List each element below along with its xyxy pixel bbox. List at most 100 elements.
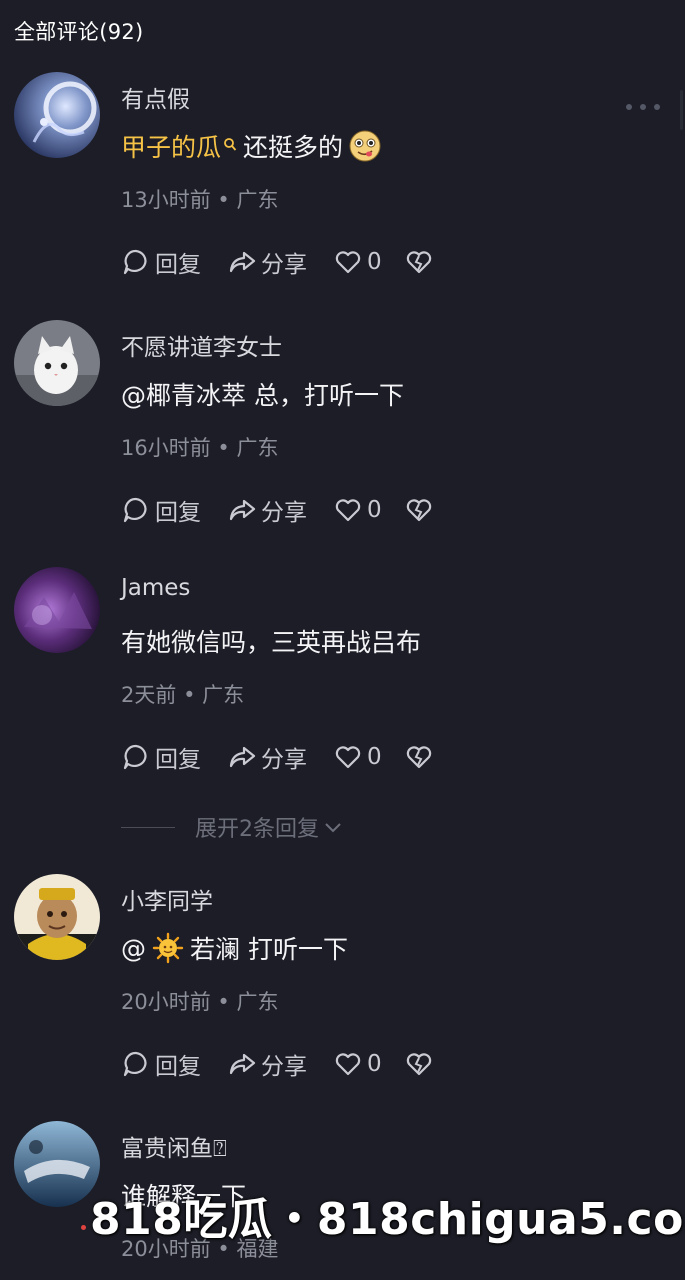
share-label: 分享 <box>261 500 307 526</box>
comment-item: 不愿讲道李女士 @椰青冰萃 总，打听一下 16小时前 • 广东 回复 分享 0 <box>0 320 685 540</box>
share-arrow-icon <box>229 746 256 768</box>
comment-content: @椰青冰萃 总，打听一下 <box>121 381 404 410</box>
comment-actions: 回复 分享 0 <box>121 737 460 777</box>
heart-icon <box>335 1053 361 1076</box>
comment-time: 2天前 <box>121 683 177 707</box>
comment-meta: 13小时前 • 广东 <box>121 184 279 214</box>
comment-text: 还挺多的 <box>243 133 344 162</box>
comment-meta: 2天前 • 广东 <box>121 679 244 709</box>
share-button[interactable]: 分享 <box>227 1047 307 1081</box>
broken-heart-icon <box>406 499 431 522</box>
comment-username[interactable]: 有点假 <box>121 80 190 114</box>
reply-button[interactable]: 回复 <box>121 740 201 774</box>
comment-text: 若澜 打听一下 <box>190 935 348 964</box>
search-highlight-link[interactable]: 甲子的瓜 <box>121 128 221 164</box>
dislike-button[interactable] <box>404 495 434 525</box>
mention-prefix: @ <box>121 933 146 963</box>
comment-location: 广东 <box>202 683 245 707</box>
comment-time: 16小时前 <box>121 436 211 460</box>
share-arrow-icon <box>229 499 256 521</box>
expand-replies-button[interactable]: 展开2条回复 <box>121 812 343 842</box>
comment-location: 广东 <box>236 990 279 1014</box>
comment-meta: 16小时前 • 广东 <box>121 432 279 462</box>
comment-username[interactable]: 小李同学 <box>121 882 213 916</box>
avatar[interactable] <box>14 1121 100 1207</box>
share-label: 分享 <box>261 252 307 278</box>
comment-location: 广东 <box>236 188 279 212</box>
comment-content: 有她微信吗，三英再战吕布 <box>121 628 422 657</box>
broken-heart-icon <box>406 1053 431 1076</box>
like-button[interactable]: 0 <box>333 1049 382 1079</box>
heart-icon <box>335 251 361 274</box>
comments-page: 全部评论(92) 有点假 甲子的瓜 还挺多的 13小时前 • 广东 回复 分享 … <box>0 0 685 1280</box>
comment-actions: 回复 分享 0 <box>121 1044 460 1084</box>
reply-bubble-icon <box>123 497 147 523</box>
meta-separator: • <box>183 683 196 707</box>
avatar[interactable] <box>14 874 100 960</box>
like-button[interactable]: 0 <box>333 742 382 772</box>
dislike-button[interactable] <box>404 1049 434 1079</box>
broken-heart-icon <box>406 746 431 769</box>
dislike-button[interactable] <box>404 247 434 277</box>
moon-night-avatar-image <box>14 72 100 158</box>
watermark-dot <box>81 1225 86 1230</box>
broken-heart-icon <box>406 251 431 274</box>
heart-icon <box>335 499 361 522</box>
reply-label: 回复 <box>155 747 201 773</box>
search-icon <box>224 138 237 151</box>
reply-button[interactable]: 回复 <box>121 493 201 527</box>
like-count: 0 <box>367 497 382 523</box>
share-label: 分享 <box>261 1054 307 1080</box>
meta-separator: • <box>217 990 230 1014</box>
comment-content: 甲子的瓜 还挺多的 <box>121 128 387 164</box>
reply-button[interactable]: 回复 <box>121 245 201 279</box>
reply-button[interactable]: 回复 <box>121 1047 201 1081</box>
comment-username[interactable]: 不愿讲道李女士 <box>121 328 282 362</box>
comments-header-title: 全部评论(92) <box>14 20 144 44</box>
comment-username[interactable]: 富贵闲鱼⍰ <box>121 1129 227 1163</box>
avatar[interactable] <box>14 567 100 653</box>
site-watermark: 818吃瓜・818chigua5.com <box>90 1194 685 1245</box>
reply-bubble-icon <box>123 1051 147 1077</box>
like-count: 0 <box>367 1051 382 1077</box>
share-button[interactable]: 分享 <box>227 493 307 527</box>
share-arrow-icon <box>229 251 256 273</box>
monkey-king-avatar-image <box>14 874 100 960</box>
chevron-down-icon <box>325 823 341 833</box>
expand-replies-label: 展开2条回复 <box>195 817 319 842</box>
meta-separator: • <box>217 188 230 212</box>
like-button[interactable]: 0 <box>333 495 382 525</box>
purple-crystal-avatar-image <box>14 567 100 653</box>
comment-content: @ 若澜 打听一下 <box>121 930 348 966</box>
comment-time: 20小时前 <box>121 990 211 1014</box>
underwater-avatar-image <box>14 1121 100 1207</box>
share-arrow-icon <box>229 1053 256 1075</box>
like-count: 0 <box>367 744 382 770</box>
comment-actions: 回复 分享 0 <box>121 490 460 530</box>
comment-item: 小李同学 @ 若澜 打听一下 20小时前 • 广东 回复 分享 0 <box>0 874 685 1094</box>
like-button[interactable]: 0 <box>333 247 382 277</box>
like-count: 0 <box>367 249 382 275</box>
avatar[interactable] <box>14 320 100 406</box>
comment-actions: 回复 分享 0 <box>121 242 460 282</box>
reply-bubble-icon <box>123 249 147 275</box>
divider <box>121 826 175 828</box>
dislike-button[interactable] <box>404 742 434 772</box>
sun-emoji-icon <box>152 932 184 964</box>
comment-username[interactable]: James <box>121 575 190 601</box>
share-label: 分享 <box>261 747 307 773</box>
comment-time: 13小时前 <box>121 188 211 212</box>
comment-item: James 有她微信吗，三英再战吕布 2天前 • 广东 回复 分享 0 <box>0 567 685 787</box>
avatar[interactable] <box>14 72 100 158</box>
reply-label: 回复 <box>155 500 201 526</box>
comment-item: 有点假 甲子的瓜 还挺多的 13小时前 • 广东 回复 分享 0 <box>0 72 685 292</box>
white-cat-avatar-image <box>14 320 100 406</box>
share-button[interactable]: 分享 <box>227 740 307 774</box>
heart-icon <box>335 746 361 769</box>
drooling-face-emoji-icon <box>349 130 381 162</box>
reply-bubble-icon <box>123 744 147 770</box>
share-button[interactable]: 分享 <box>227 245 307 279</box>
reply-label: 回复 <box>155 1054 201 1080</box>
comment-location: 广东 <box>236 436 279 460</box>
meta-separator: • <box>217 436 230 460</box>
